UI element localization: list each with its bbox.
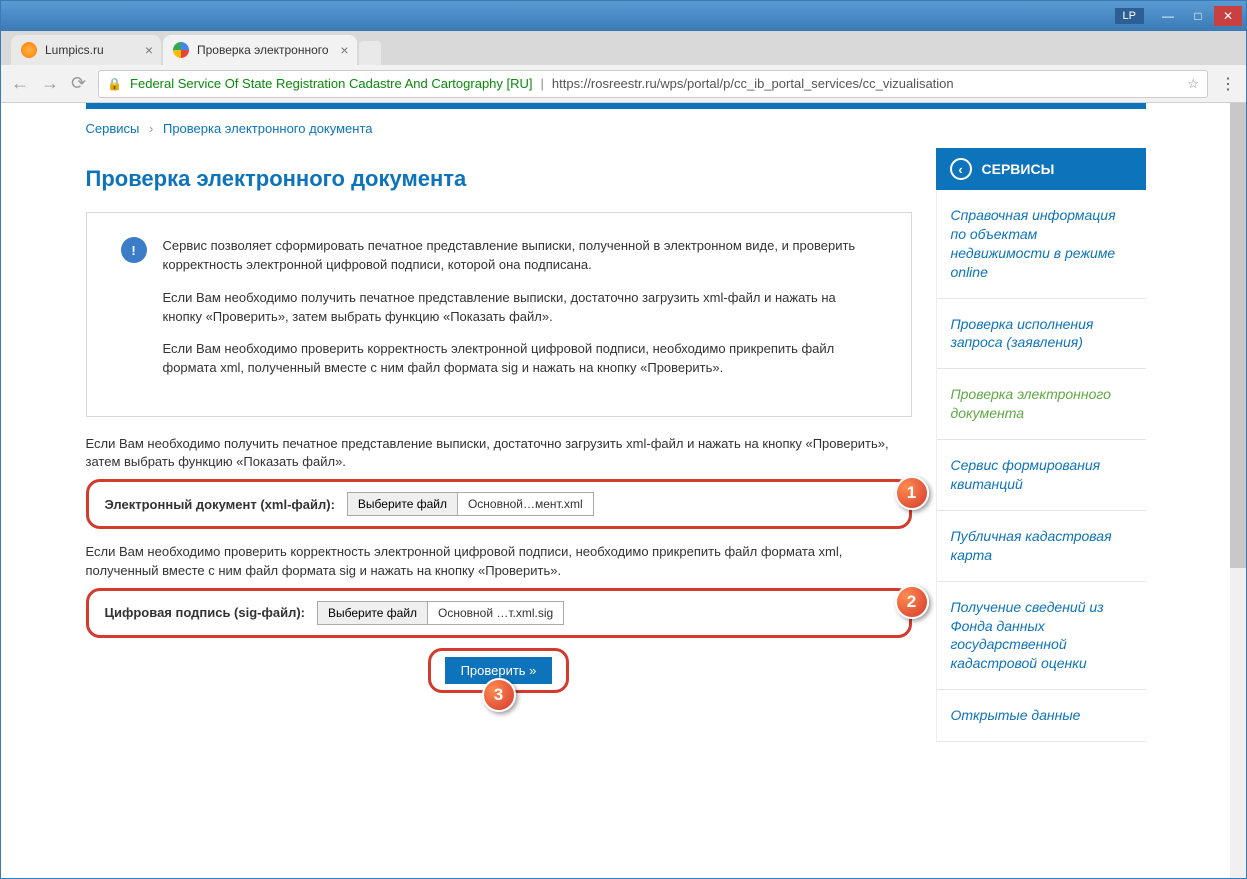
annotation-badge-2: 2 (895, 585, 929, 619)
user-badge: LP (1115, 8, 1144, 24)
reload-button[interactable]: ⟳ (71, 73, 86, 94)
sig-file-picker[interactable]: Выберите файл Основной …т.xml.sig (317, 601, 564, 625)
info-paragraph: Если Вам необходимо проверить корректнос… (163, 340, 877, 378)
breadcrumb-root[interactable]: Сервисы (86, 121, 140, 136)
lock-icon: 🔒 (107, 77, 122, 91)
sidebar-item-open-data[interactable]: Открытые данные (937, 690, 1146, 742)
sidebar-header[interactable]: ‹ СЕРВИСЫ (936, 148, 1146, 190)
sidebar-item-fund[interactable]: Получение сведений из Фонда данных госуд… (937, 582, 1146, 691)
titlebar: LP — □ ✕ (1, 1, 1246, 31)
info-panel: ! Сервис позволяет сформировать печатное… (86, 212, 912, 417)
xml-note: Если Вам необходимо получить печатное пр… (86, 435, 912, 471)
tabs-bar: Lumpics.ru × Проверка электронного × (1, 31, 1246, 65)
favicon-icon (173, 42, 189, 58)
sidebar-item-receipts[interactable]: Сервис формирования квитанций (937, 440, 1146, 511)
choose-file-button[interactable]: Выберите файл (318, 602, 428, 624)
annotation-badge-3: 3 (482, 678, 516, 712)
scrollbar-thumb[interactable] (1230, 103, 1246, 568)
sidebar-title: СЕРВИСЫ (982, 161, 1055, 177)
sig-note: Если Вам необходимо проверить корректнос… (86, 543, 912, 579)
favicon-icon (21, 42, 37, 58)
separator: | (541, 76, 544, 91)
tab-close-icon[interactable]: × (145, 42, 153, 58)
sidebar-item-map[interactable]: Публичная кадастровая карта (937, 511, 1146, 582)
maximize-button[interactable]: □ (1184, 6, 1212, 26)
xml-upload-box: Электронный документ (xml-файл): Выберит… (86, 479, 912, 529)
new-tab-button[interactable] (359, 41, 381, 65)
xml-file-name: Основной…мент.xml (458, 493, 593, 515)
check-wrap: Проверить » 3 (428, 648, 570, 693)
breadcrumb-current: Проверка электронного документа (163, 121, 373, 136)
forward-button[interactable]: → (41, 73, 59, 94)
sidebar-list: Справочная информация по объектам недвиж… (936, 190, 1146, 742)
sig-label: Цифровая подпись (sig-файл): (105, 605, 306, 620)
page-title: Проверка электронного документа (86, 166, 912, 192)
choose-file-button[interactable]: Выберите файл (348, 493, 458, 515)
url-text: https://rosreestr.ru/wps/portal/p/cc_ib_… (552, 76, 954, 91)
sig-upload-box: Цифровая подпись (sig-файл): Выберите фа… (86, 588, 912, 638)
tab-title: Проверка электронного (197, 43, 329, 57)
sig-file-name: Основной …т.xml.sig (428, 602, 563, 624)
sidebar: ‹ СЕРВИСЫ Справочная информация по объек… (936, 148, 1146, 742)
close-button[interactable]: ✕ (1214, 6, 1242, 26)
info-icon: ! (121, 237, 147, 263)
minimize-button[interactable]: — (1154, 6, 1182, 26)
back-button[interactable]: ← (11, 73, 29, 94)
bookmark-icon[interactable]: ☆ (1187, 76, 1199, 92)
sidebar-item-doc-check[interactable]: Проверка электронного документа (937, 369, 1146, 440)
info-paragraph: Сервис позволяет сформировать печатное п… (163, 237, 877, 275)
back-arrow-icon[interactable]: ‹ (950, 158, 972, 180)
tab-rosreestr[interactable]: Проверка электронного × (163, 35, 357, 65)
browser-menu-icon[interactable]: ⋮ (1220, 74, 1236, 94)
sidebar-item-request[interactable]: Проверка исполнения запроса (заявления) (937, 299, 1146, 370)
tab-lumpics[interactable]: Lumpics.ru × (11, 35, 161, 65)
info-paragraph: Если Вам необходимо получить печатное пр… (163, 289, 877, 327)
tab-title: Lumpics.ru (45, 43, 104, 57)
org-label: Federal Service Of State Registration Ca… (130, 76, 532, 91)
address-bar: ← → ⟳ 🔒 Federal Service Of State Registr… (1, 65, 1246, 103)
chevron-right-icon: › (149, 121, 153, 136)
address-input[interactable]: 🔒 Federal Service Of State Registration … (98, 70, 1208, 98)
tab-close-icon[interactable]: × (340, 42, 348, 58)
xml-label: Электронный документ (xml-файл): (105, 497, 335, 512)
annotation-badge-1: 1 (895, 476, 929, 510)
xml-file-picker[interactable]: Выберите файл Основной…мент.xml (347, 492, 594, 516)
breadcrumb: Сервисы › Проверка электронного документ… (86, 109, 1146, 148)
sidebar-item-info[interactable]: Справочная информация по объектам недвиж… (937, 190, 1146, 299)
scrollbar[interactable] (1230, 103, 1246, 878)
